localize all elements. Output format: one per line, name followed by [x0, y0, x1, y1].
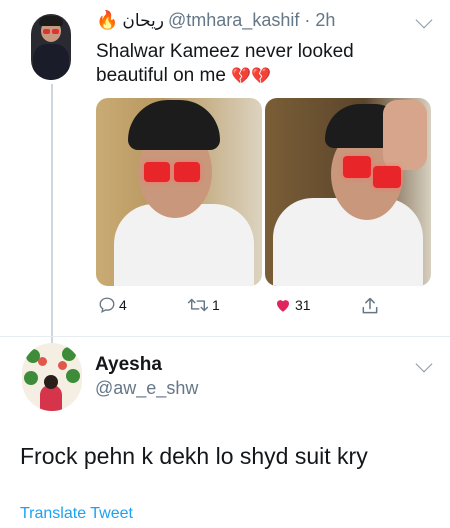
retweet-count: 1: [212, 297, 220, 313]
reply-text: Frock pehn k dekh lo shyd suit kry: [20, 443, 368, 469]
avatar-decor: [38, 357, 47, 366]
avatar[interactable]: [22, 343, 82, 411]
photo-hair: [128, 100, 220, 150]
avatar-figure-head: [44, 375, 58, 389]
avatar-decor: [58, 361, 67, 370]
avatar-decor: [24, 371, 38, 385]
reply-button[interactable]: 4: [98, 296, 127, 314]
reply-count: 4: [119, 297, 127, 313]
tweet-divider: [0, 336, 450, 337]
like-count: 31: [295, 297, 311, 313]
handle-time[interactable]: @tmhara_kashif · 2h: [168, 10, 335, 31]
photo-hand: [383, 100, 427, 170]
tweet-original: 🔥 ریحان @tmhara_kashif · 2h Shalwar Kame…: [0, 0, 450, 336]
broken-heart-emoji: 💔💔: [231, 68, 272, 85]
fire-emoji: 🔥: [96, 10, 119, 30]
chevron-down-icon[interactable]: [415, 11, 433, 29]
reply-icon: [99, 297, 115, 313]
avatar-glasses-right: [52, 29, 59, 34]
tweet-text: Shalwar Kameez never looked beautiful on…: [96, 40, 416, 89]
photo-lens-left: [144, 162, 170, 182]
photo-lens-left: [343, 156, 371, 178]
tweet-photo-2[interactable]: [265, 98, 431, 286]
retweet-icon: [187, 298, 209, 312]
tweet-header: 🔥 ریحان @tmhara_kashif · 2h: [96, 10, 335, 31]
avatar-glasses-left: [43, 29, 50, 34]
retweet-button[interactable]: 1: [187, 296, 220, 314]
avatar-decor: [62, 347, 76, 361]
reply-display-name[interactable]: Ayesha: [95, 354, 162, 376]
reply-handle[interactable]: @aw_e_shw: [95, 378, 198, 399]
photo-lens-right: [373, 166, 401, 188]
photo-lens-right: [174, 162, 200, 182]
translate-tweet-link[interactable]: Translate Tweet: [20, 505, 133, 523]
avatar[interactable]: [31, 14, 71, 80]
tweet-text-body: Shalwar Kameez never looked beautiful on…: [96, 41, 354, 86]
avatar-decor: [66, 369, 80, 383]
heart-icon: [277, 300, 289, 312]
tweet-actions: 4 1 31: [0, 296, 450, 320]
avatar-shirt: [33, 44, 69, 80]
chevron-down-icon[interactable]: [415, 355, 433, 373]
tweet-photo-1[interactable]: [96, 98, 262, 286]
avatar-hair: [39, 16, 63, 26]
share-icon: [362, 297, 378, 314]
share-button[interactable]: [360, 296, 380, 316]
like-button[interactable]: 31: [274, 296, 311, 314]
display-name[interactable]: ریحان: [122, 11, 164, 31]
